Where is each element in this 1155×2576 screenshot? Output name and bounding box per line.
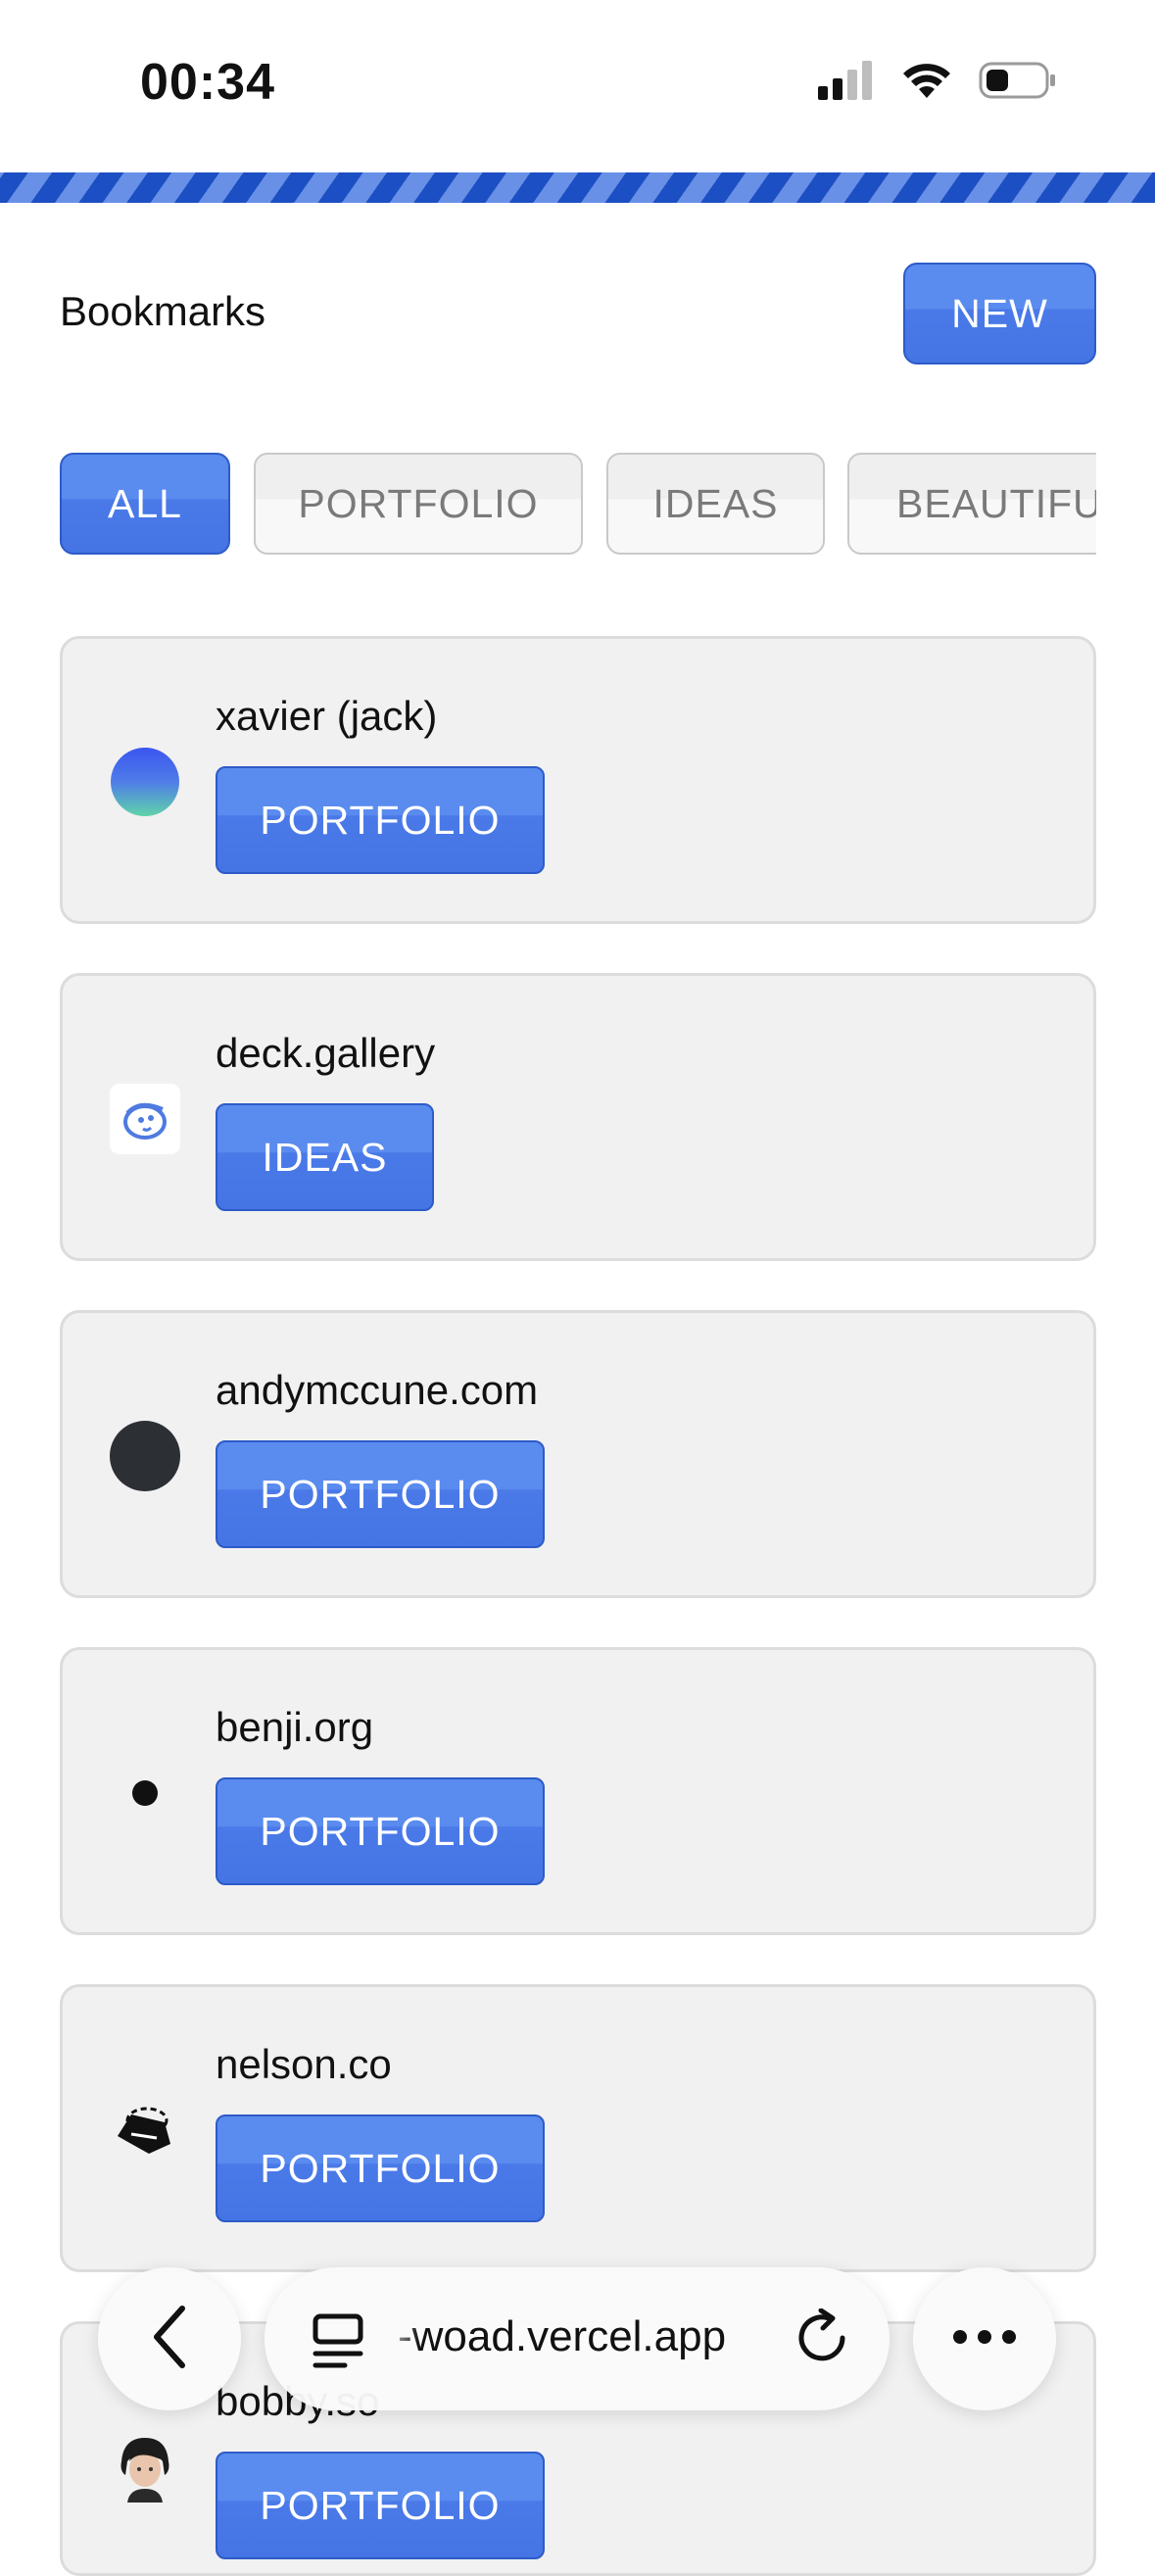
filter-tab-ideas[interactable]: IDEAS bbox=[606, 453, 825, 555]
small-dot-icon bbox=[110, 1758, 180, 1828]
bookmark-title: deck.gallery bbox=[216, 1030, 436, 1076]
avatar-icon bbox=[110, 2432, 180, 2503]
status-icons bbox=[818, 61, 1057, 105]
bookmark-tag-button[interactable]: PORTFOLIO bbox=[216, 1777, 545, 1885]
filter-tab-all[interactable]: ALL bbox=[60, 453, 230, 555]
filter-tab-beautiful[interactable]: BEAUTIFUL bbox=[847, 453, 1096, 555]
bookmark-title: nelson.co bbox=[216, 2041, 392, 2087]
browser-toolbar: -woad.vercel.app bbox=[0, 2254, 1155, 2430]
dark-circle-icon bbox=[110, 1421, 180, 1491]
bookmark-tag-button[interactable]: PORTFOLIO bbox=[216, 2114, 545, 2222]
url-text: -woad.vercel.app bbox=[398, 2312, 727, 2360]
bookmark-tag-button[interactable]: PORTFOLIO bbox=[216, 2452, 545, 2559]
bookmark-card[interactable]: xavier (jack) PORTFOLIO bbox=[60, 636, 1096, 924]
bookmark-card[interactable]: benji.org PORTFOLIO bbox=[60, 1647, 1096, 1935]
bookmark-title: xavier (jack) bbox=[216, 693, 438, 739]
wifi-icon bbox=[900, 61, 953, 105]
chevron-left-icon bbox=[145, 2303, 194, 2376]
status-bar: 00:34 bbox=[0, 0, 1155, 172]
bookmark-title: andymccune.com bbox=[216, 1367, 539, 1413]
bookmark-card[interactable]: andymccune.com PORTFOLIO bbox=[60, 1310, 1096, 1598]
battery-icon bbox=[979, 61, 1057, 105]
bookmark-title: benji.org bbox=[216, 1704, 374, 1750]
cellular-signal-icon bbox=[818, 61, 875, 105]
new-bookmark-button[interactable]: NEW bbox=[903, 263, 1096, 365]
reader-mode-icon[interactable] bbox=[312, 2312, 366, 2376]
reload-icon[interactable] bbox=[794, 2308, 854, 2374]
ellipsis-icon bbox=[950, 2327, 1019, 2352]
bookmark-card[interactable]: nelson.co PORTFOLIO bbox=[60, 1984, 1096, 2272]
nelson-logo-icon bbox=[110, 2095, 180, 2165]
deck-gallery-logo-icon bbox=[110, 1084, 180, 1154]
bookmark-tag-button[interactable]: IDEAS bbox=[216, 1103, 434, 1211]
page-title: Bookmarks bbox=[60, 288, 266, 334]
bookmark-card[interactable]: deck.gallery IDEAS bbox=[60, 973, 1096, 1261]
status-time: 00:34 bbox=[140, 54, 275, 111]
bookmark-tag-button[interactable]: PORTFOLIO bbox=[216, 1440, 545, 1548]
more-options-button[interactable] bbox=[913, 2267, 1056, 2410]
address-bar[interactable]: -woad.vercel.app bbox=[265, 2267, 890, 2410]
url-fade bbox=[380, 2297, 419, 2385]
back-button[interactable] bbox=[98, 2267, 241, 2410]
filter-tabs: ALL PORTFOLIO IDEAS BEAUTIFUL bbox=[60, 453, 1096, 555]
decorative-stripe-band bbox=[0, 172, 1155, 203]
bookmark-tag-button[interactable]: PORTFOLIO bbox=[216, 766, 545, 874]
filter-tab-portfolio[interactable]: PORTFOLIO bbox=[254, 453, 583, 555]
gradient-circle-icon bbox=[110, 747, 180, 817]
